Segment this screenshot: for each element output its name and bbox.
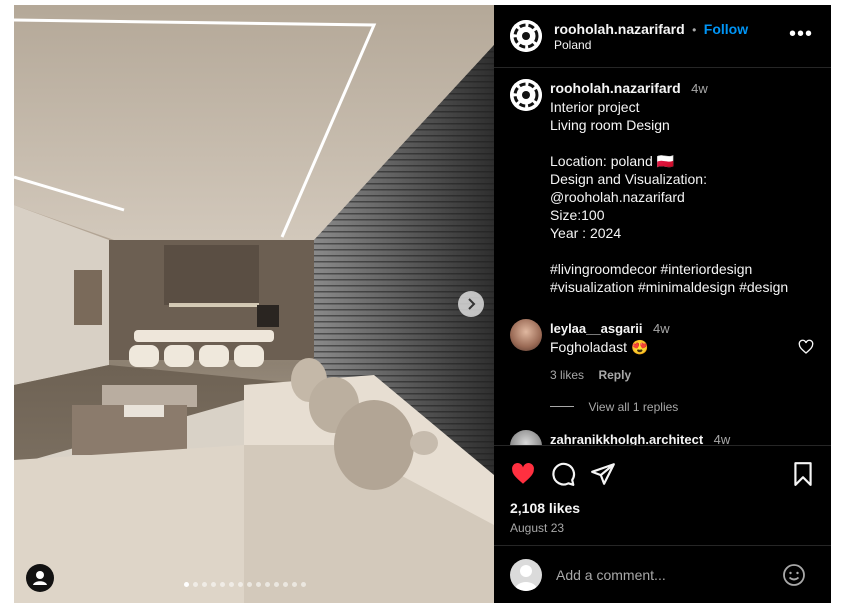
carousel-dot bbox=[292, 582, 297, 587]
comment-likes[interactable]: 3 likes bbox=[550, 368, 584, 382]
carousel-dot bbox=[274, 582, 279, 587]
post-header: rooholah.nazarifard • Follow Poland ••• bbox=[494, 5, 831, 68]
follow-button[interactable]: Follow bbox=[704, 21, 748, 37]
comment-username[interactable]: leylaa__asgarii bbox=[550, 321, 643, 336]
carousel-dot bbox=[229, 582, 234, 587]
interior-render-illustration bbox=[14, 5, 494, 603]
carousel-dot bbox=[202, 582, 207, 587]
carousel-dot bbox=[238, 582, 243, 587]
view-replies[interactable]: View all 1 replies bbox=[550, 398, 678, 416]
carousel-dot bbox=[256, 582, 261, 587]
caption-time[interactable]: 4w bbox=[691, 81, 708, 96]
comment-time[interactable]: 4w bbox=[653, 321, 670, 336]
header-title-row: rooholah.nazarifard • Follow bbox=[554, 21, 748, 39]
carousel-dot bbox=[193, 582, 198, 587]
caption-header: rooholah.nazarifard 4w bbox=[550, 80, 708, 98]
replies-line bbox=[550, 406, 574, 408]
carousel-dot bbox=[283, 582, 288, 587]
heart-icon[interactable] bbox=[510, 461, 536, 492]
comment-header: zahranikkholgh.architect 4w bbox=[550, 431, 730, 445]
share-icon[interactable] bbox=[590, 461, 616, 492]
comment-time[interactable]: 4w bbox=[714, 432, 731, 445]
reply-button[interactable]: Reply bbox=[598, 368, 631, 382]
post-location[interactable]: Poland bbox=[554, 38, 591, 52]
carousel-dot bbox=[301, 582, 306, 587]
comment-username[interactable]: zahranikkholgh.architect bbox=[550, 432, 703, 445]
caption-text: Interior project Living room Design Loca… bbox=[550, 99, 789, 295]
more-options-icon[interactable]: ••• bbox=[789, 23, 813, 46]
commenter-avatar[interactable] bbox=[510, 319, 542, 351]
carousel-dot bbox=[211, 582, 216, 587]
caption-username[interactable]: rooholah.nazarifard bbox=[550, 80, 681, 96]
comment-text: Fogholadast 😍 bbox=[550, 339, 649, 355]
current-user-avatar[interactable] bbox=[510, 559, 542, 591]
commenter-avatar[interactable] bbox=[510, 430, 542, 445]
carousel-dot bbox=[247, 582, 252, 587]
caption-author-avatar[interactable] bbox=[510, 79, 542, 111]
next-arrow-icon[interactable] bbox=[458, 291, 484, 317]
post-panel: rooholah.nazarifard • Follow Poland ••• … bbox=[494, 5, 831, 603]
author-username[interactable]: rooholah.nazarifard bbox=[554, 21, 685, 37]
comment-2-clip: zahranikkholgh.architect 4w bbox=[494, 425, 831, 445]
author-avatar[interactable] bbox=[510, 20, 542, 52]
add-comment-bar bbox=[494, 545, 831, 604]
carousel-indicator bbox=[184, 582, 306, 587]
carousel-dot bbox=[220, 582, 225, 587]
post-modal: rooholah.nazarifard • Follow Poland ••• … bbox=[14, 5, 831, 603]
post-date[interactable]: August 23 bbox=[510, 521, 564, 535]
bookmark-icon[interactable] bbox=[790, 461, 816, 492]
user-tag-icon[interactable] bbox=[26, 564, 54, 592]
likes-count[interactable]: 2,108 likes bbox=[510, 500, 580, 516]
post-actions: 2,108 likes August 23 bbox=[494, 445, 831, 546]
comment-header: leylaa__asgarii 4w bbox=[550, 320, 670, 338]
comment-meta: 3 likes Reply bbox=[550, 366, 631, 384]
add-comment-input[interactable] bbox=[554, 563, 768, 587]
emoji-icon[interactable] bbox=[782, 563, 806, 592]
separator-dot: • bbox=[692, 23, 697, 37]
comment-icon[interactable] bbox=[550, 461, 576, 492]
post-image[interactable] bbox=[14, 5, 494, 603]
carousel-dot bbox=[184, 582, 189, 587]
comment-like-icon[interactable] bbox=[798, 339, 814, 360]
carousel-dot bbox=[265, 582, 270, 587]
view-replies-label[interactable]: View all 1 replies bbox=[588, 400, 678, 414]
